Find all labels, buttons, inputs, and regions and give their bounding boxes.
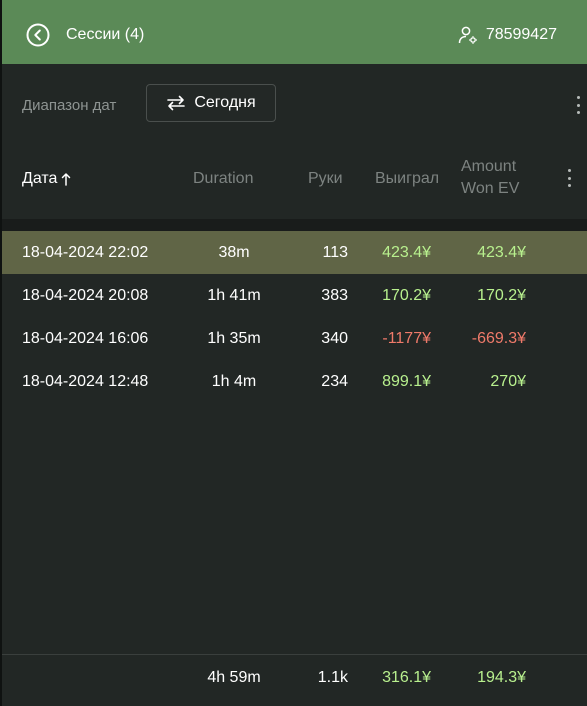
date-range-label: Диапазон дат [22, 97, 117, 114]
column-header-won-ev[interactable]: Amount Won EV [461, 156, 531, 200]
session-won: 170.2¥ [382, 287, 431, 304]
total-won: 316.1¥ [382, 669, 431, 686]
session-duration: 1h 35m [207, 330, 261, 347]
session-duration: 1h 4m [211, 373, 257, 390]
user-settings-icon [458, 26, 477, 44]
column-header-duration[interactable]: Duration [193, 168, 253, 190]
swap-arrows-icon [167, 95, 186, 111]
header-divider [2, 219, 587, 231]
date-range-button[interactable]: Сегодня [146, 84, 276, 122]
total-duration: 4h 59m [207, 669, 261, 686]
user-id: 78599427 [485, 26, 557, 43]
session-duration: 1h 41m [207, 287, 261, 304]
totals-row: 4h 59m 1.1k 316.1¥ 194.3¥ [2, 655, 587, 706]
session-won: -1177¥ [382, 330, 431, 347]
session-hands: 113 [322, 244, 348, 261]
user-account[interactable]: 78599427 [458, 25, 557, 45]
session-hands: 340 [321, 330, 348, 347]
session-hands: 234 [321, 373, 348, 390]
column-header-hands[interactable]: Руки [308, 168, 343, 190]
session-won: 423.4¥ [382, 244, 431, 261]
session-won-ev: 170.2¥ [477, 287, 526, 304]
session-won: 899.1¥ [382, 373, 431, 390]
session-won-ev: -669.3¥ [471, 330, 526, 347]
column-header-won[interactable]: Выиграл [375, 168, 439, 190]
header-bar: Сессии (4) 78599427 [2, 0, 587, 64]
page-title: Сессии (4) [66, 26, 145, 43]
table-row[interactable]: 18-04-2024 12:48 1h 4m 234 899.1¥ 270¥ [2, 360, 587, 403]
session-hands: 383 [321, 287, 348, 304]
session-won-ev: 423.4¥ [477, 244, 526, 261]
session-date: 18-04-2024 16:06 [22, 330, 149, 347]
date-range-value: Сегодня [194, 94, 256, 111]
more-options-icon[interactable] [575, 96, 581, 114]
table-row[interactable]: 18-04-2024 16:06 1h 35m 340 -1177¥ -669.… [2, 317, 587, 360]
back-button[interactable] [24, 21, 52, 49]
session-won-ev: 270¥ [490, 373, 526, 390]
session-date: 18-04-2024 12:48 [22, 373, 149, 390]
table-row[interactable]: 18-04-2024 20:08 1h 41m 383 170.2¥ 170.2… [2, 274, 587, 317]
total-won-ev: 194.3¥ [477, 669, 526, 686]
total-hands: 1.1k [317, 669, 348, 686]
column-options-icon[interactable] [566, 169, 572, 187]
table-row[interactable]: 18-04-2024 22:02 38m 113 423.4¥ 423.4¥ [2, 231, 587, 274]
session-date: 18-04-2024 20:08 [22, 287, 149, 304]
arrow-up-icon [62, 173, 71, 186]
session-duration: 38m [218, 244, 250, 261]
column-header-date[interactable]: Дата [22, 168, 71, 190]
session-date: 18-04-2024 22:02 [22, 244, 149, 261]
back-circle-icon [26, 23, 50, 47]
